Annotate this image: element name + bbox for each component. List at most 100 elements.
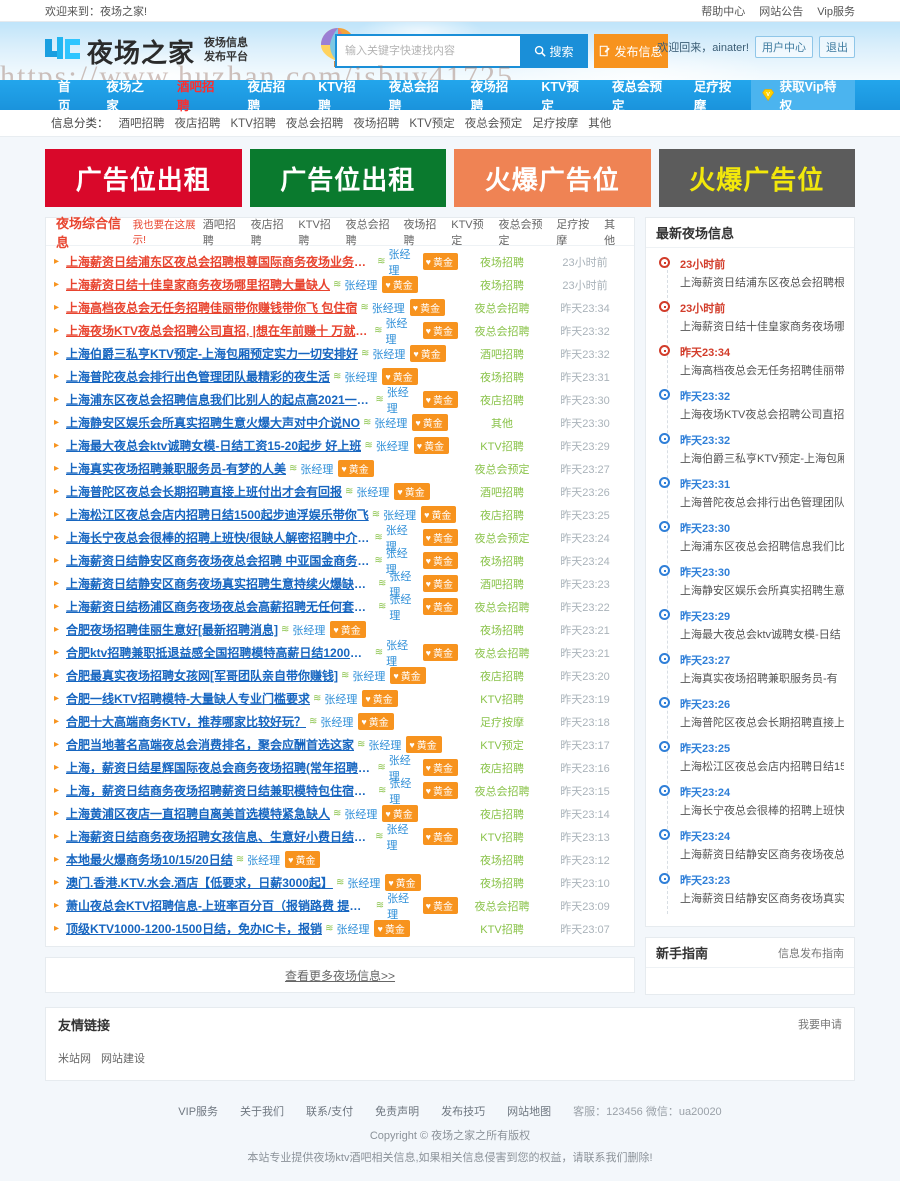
search-button[interactable]: 搜索: [520, 34, 588, 68]
listing-tab-5[interactable]: KTV预定: [451, 216, 490, 248]
listing-category[interactable]: 夜总会预定: [458, 530, 546, 546]
timeline-item[interactable]: 昨天23:32 上海伯爵三私亨KTV预定-上海包厢: [659, 432, 844, 466]
category-link-6[interactable]: 夜总会预定: [465, 115, 523, 131]
listing-category[interactable]: KTV招聘: [458, 691, 546, 707]
listing-category[interactable]: 足疗按摩: [458, 714, 546, 730]
listing-row[interactable]: ▸ 本地最火爆商务场10/15/20日结 ≋ 张经理 ♥ 黄金 夜场招聘 昨天23:12: [46, 848, 634, 871]
listing-poster[interactable]: 张经理: [368, 737, 401, 753]
ad-banner-2[interactable]: 火爆广告位: [454, 149, 651, 207]
listing-poster[interactable]: 张经理: [292, 622, 325, 638]
listing-poster[interactable]: 张经理: [320, 714, 353, 730]
listing-category[interactable]: 夜场招聘: [458, 875, 546, 891]
listing-title[interactable]: 上海静安区娱乐会所真实招聘生意火爆大声对中介说NO: [66, 414, 360, 431]
listing-title[interactable]: 合肥最真实夜场招聘女孩网[军哥团队亲自带你赚钱]: [66, 667, 338, 684]
user-center-button[interactable]: 用户中心: [755, 36, 813, 58]
listing-title[interactable]: 上海最大夜总会ktv诚聘女模-日结工资15-20起步 好上班: [66, 437, 361, 454]
listing-poster[interactable]: 张经理: [389, 775, 417, 807]
timeline-text[interactable]: 上海浦东区夜总会招聘信息我们比: [680, 538, 844, 554]
ad-banner-0[interactable]: 广告位出租: [45, 149, 242, 207]
nav-item-0[interactable]: 首页: [45, 80, 93, 113]
timeline-item[interactable]: 昨天23:24 上海长宁夜总会很棒的招聘上班快: [659, 784, 844, 818]
site-logo[interactable]: 夜场之家 夜场信息 发布平台: [45, 33, 248, 70]
listing-poster[interactable]: 张经理: [344, 369, 377, 385]
listing-row[interactable]: ▸ 上海浦东区夜总会招聘信息我们比别人的起点高2021一起辉煌 ≋ 张经理 ♥ 黄金 夜店招…: [46, 387, 634, 415]
listing-poster[interactable]: 张经理: [386, 637, 418, 669]
listing-row[interactable]: ▸ 上海普陀区夜总会长期招聘直接上班付出才会有回报 ≋ 张经理 ♥ 黄金 酒吧招聘 昨天23:…: [46, 480, 634, 503]
listing-poster[interactable]: 张经理: [387, 890, 418, 922]
timeline-item[interactable]: 昨天23:31 上海普陀夜总会排行出色管理团队: [659, 476, 844, 510]
listing-tab-0[interactable]: 酒吧招聘: [203, 216, 243, 248]
listing-row[interactable]: ▸ 上海，薪资日结商务夜场招聘薪资日结兼职模特包住宿日结无需办卡≋张经理 ♥黄金夜总…: [46, 778, 634, 806]
listing-row[interactable]: ▸ 合肥最真实夜场招聘女孩网[军哥团队亲自带你赚钱] ≋ 张经理 ♥ 黄金 夜店招聘 昨天23…: [46, 664, 634, 687]
listing-row[interactable]: ▸ 上海薪资日结杨浦区商务夜场夜总会高薪招聘无任何套路一起向前冲≋张经理 ♥黄金夜总…: [46, 594, 634, 622]
listing-title[interactable]: 上海普陀区夜总会长期招聘直接上班付出才会有回报: [66, 483, 342, 500]
listing-poster[interactable]: 张经理: [387, 821, 418, 853]
listing-title[interactable]: 上海长宁夜总会很棒的招聘上班快/很缺人解密招聘中介套路: [66, 529, 371, 546]
listing-poster[interactable]: 张经理: [376, 438, 409, 454]
listing-title[interactable]: 上海薪资日结浦东区夜总会招聘根尊国际商务夜场业务稳定好上班: [66, 253, 374, 270]
listing-category[interactable]: 其他: [458, 415, 546, 431]
footer-link-0[interactable]: VIP服务: [178, 1103, 218, 1119]
listing-category[interactable]: 夜场招聘: [458, 254, 546, 270]
timeline-text[interactable]: 上海薪资日结静安区商务夜场真实: [680, 890, 844, 906]
footer-link-5[interactable]: 网站地图: [507, 1103, 551, 1119]
nav-item-2[interactable]: 酒吧招聘: [164, 80, 235, 113]
timeline-text[interactable]: 上海最大夜总会ktv诚聘女模-日结: [680, 626, 844, 642]
timeline-item[interactable]: 23小时前 上海薪资日结浦东区夜总会招聘根: [659, 256, 844, 290]
category-link-8[interactable]: 其他: [588, 115, 611, 131]
listing-row[interactable]: ▸ 上海薪资日结静安区商务夜场夜总会招聘 中亚国金商务夜场 ≋ 张经理 ♥ 黄金 夜场招聘昨…: [46, 548, 634, 576]
category-link-0[interactable]: 酒吧招聘: [119, 115, 165, 131]
listing-category[interactable]: KTV招聘: [458, 829, 546, 845]
site-notice-link[interactable]: 网站公告: [759, 3, 803, 19]
listing-tab-4[interactable]: 夜场招聘: [403, 216, 443, 248]
listing-category[interactable]: 夜场招聘: [458, 852, 546, 868]
listing-row[interactable]: ▸ 上海薪资日结浦东区夜总会招聘根尊国际商务夜场业务稳定好上班≋张经理 ♥黄金夜场招…: [46, 249, 634, 277]
listing-poster[interactable]: 张经理: [344, 277, 377, 293]
listing-tab-7[interactable]: 足疗按摩: [556, 216, 596, 248]
listing-category[interactable]: 夜店招聘: [458, 806, 546, 822]
listing-title[interactable]: 上海高档夜总会无任务招聘佳丽带你赚钱带你飞 包住宿: [66, 299, 357, 316]
listing-category[interactable]: 夜店招聘: [458, 668, 546, 684]
listing-row[interactable]: ▸ 顶级KTV1000-1200-1500日结，免办IC卡，报销 ≋ 张经理 ♥ 黄金 KT…: [46, 917, 634, 940]
listing-title[interactable]: 上海薪资日结十佳皇家商务夜场哪里招聘大量缺人: [66, 276, 330, 293]
listing-title[interactable]: 上海浦东区夜总会招聘信息我们比别人的起点高2021一起辉煌: [66, 391, 372, 408]
listing-title[interactable]: 上海，薪资日结星辉国际夜总会商务夜场招聘(常年招聘优质模特关: [66, 759, 374, 776]
newbie-guide-more-link[interactable]: 信息发布指南: [778, 945, 844, 961]
listing-row[interactable]: ▸ 上海静安区娱乐会所真实招聘生意火爆大声对中介说NO ≋ 张经理 ♥ 黄金 其他 昨天23:…: [46, 411, 634, 434]
listing-title[interactable]: 上海普陀夜总会排行出色管理团队最精彩的夜生活: [66, 368, 330, 385]
listing-row[interactable]: ▸上海，薪资日结星辉国际夜总会商务夜场招聘(常年招聘优质模特关≋张经理♥黄金夜店…: [46, 755, 634, 783]
footer-link-4[interactable]: 发布技巧: [441, 1103, 485, 1119]
listing-title[interactable]: 上海黄浦区夜店一直招聘自离美首选模特紧急缺人: [66, 805, 330, 822]
listing-title[interactable]: 合肥夜场招聘佳丽生意好[最新招聘消息]: [66, 621, 278, 638]
listing-row[interactable]: ▸ 上海薪资日结商务夜场招聘女孩信息、生意好小费日结1200.1 ≋ 张经理 ♥ 黄金 KT…: [46, 824, 634, 852]
timeline-text[interactable]: 上海静安区娱乐会所真实招聘生意: [680, 582, 844, 598]
listing-title[interactable]: 顶级KTV1000-1200-1500日结，免办IC卡，报销: [66, 920, 322, 937]
timeline-item[interactable]: 昨天23:30 上海静安区娱乐会所真实招聘生意: [659, 564, 844, 598]
listing-poster[interactable]: 张经理: [344, 806, 377, 822]
listing-row[interactable]: ▸ 合肥夜场招聘佳丽生意好[最新招聘消息] ≋ 张经理 ♥ 黄金 夜场招聘 昨天23:21: [46, 618, 634, 641]
listing-title[interactable]: 上海夜场KTV夜总会招聘公司直招, |想在年前赚十 万就来找: [66, 322, 371, 339]
nav-item-3[interactable]: 夜店招聘: [235, 80, 306, 113]
listing-category[interactable]: 酒吧招聘: [458, 484, 546, 500]
category-link-4[interactable]: 夜场招聘: [353, 115, 399, 131]
timeline-item[interactable]: 昨天23:27 上海真实夜场招聘兼职服务员-有: [659, 652, 844, 686]
listing-row[interactable]: ▸ 上海松江区夜总会店内招聘日结1500起步迪浮娱乐带你飞 ≋ 张经理 ♥ 黄金 夜店招聘 昨…: [46, 503, 634, 526]
listing-title[interactable]: 上海薪资日结静安区商务夜场夜总会招聘 中亚国金商务夜场: [66, 552, 371, 569]
listing-poster[interactable]: 张经理: [336, 921, 369, 937]
listing-row[interactable]: ▸ 萧山夜总会KTV招聘信息-上班率百分百（报销路费 提供宿舍） ≋ 张经理 ♥ 黄金 夜总…: [46, 893, 634, 921]
category-link-7[interactable]: 足疗按摩: [532, 115, 578, 131]
timeline-text[interactable]: 上海薪资日结浦东区夜总会招聘根: [680, 274, 844, 290]
listing-tab-6[interactable]: 夜总会预定: [499, 216, 549, 248]
listing-category[interactable]: 夜总会招聘: [458, 300, 546, 316]
listing-tab-2[interactable]: KTV招聘: [298, 216, 337, 248]
nav-item-4[interactable]: KTV招聘: [305, 80, 376, 113]
listing-category[interactable]: 夜场招聘: [458, 553, 546, 569]
listing-title[interactable]: 上海薪资日结静安区商务夜场真实招聘生意持续火爆缺人提供最好平: [66, 575, 375, 592]
listing-title[interactable]: 合肥十大高端商务KTV，推荐哪家比较好玩？: [66, 713, 306, 730]
timeline-text[interactable]: 上海薪资日结十佳皇家商务夜场哪: [680, 318, 844, 334]
listing-title[interactable]: 萧山夜总会KTV招聘信息-上班率百分百（报销路费 提供宿舍）: [66, 897, 373, 914]
vip-service-link[interactable]: Vip服务: [817, 3, 855, 19]
listing-category[interactable]: 夜总会招聘: [458, 645, 546, 661]
view-more-link[interactable]: 查看更多夜场信息>>: [285, 967, 395, 984]
listing-poster[interactable]: 张经理: [389, 591, 417, 623]
